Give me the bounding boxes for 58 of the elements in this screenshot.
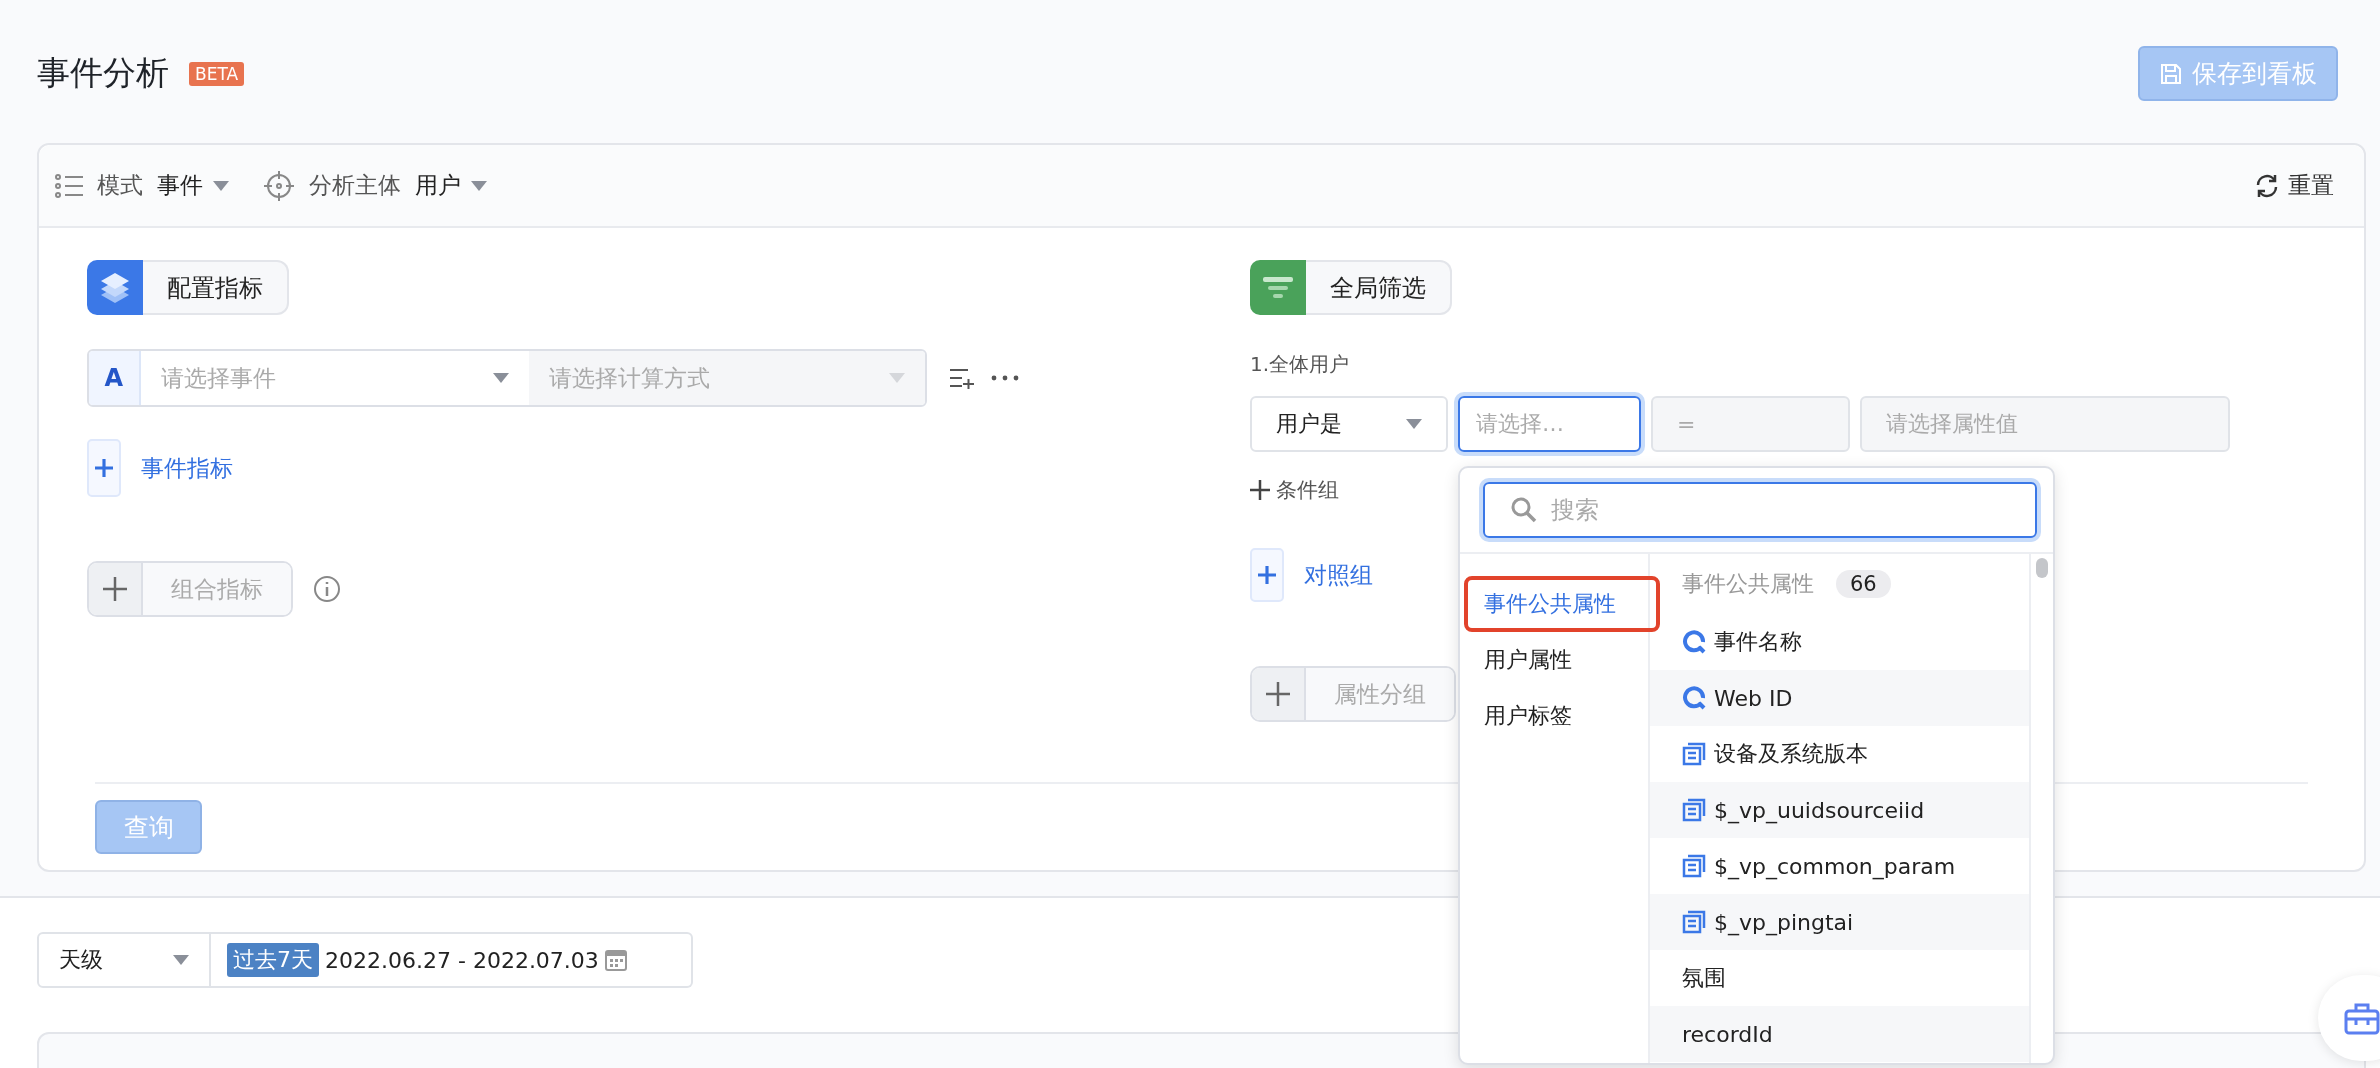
granularity-select[interactable]: 天级 xyxy=(37,932,211,988)
caret-icon xyxy=(492,373,509,383)
section-title: 配置指标 xyxy=(143,260,289,315)
property-item[interactable]: Web ID xyxy=(1650,670,2029,726)
info-icon[interactable] xyxy=(313,575,341,603)
layers-icon xyxy=(87,260,143,315)
document-icon xyxy=(1682,910,1706,934)
caret-icon xyxy=(173,955,189,965)
mode-select[interactable]: 事件 xyxy=(157,170,229,201)
property-item[interactable]: $_vp_pingtai xyxy=(1650,894,2029,950)
add-button[interactable] xyxy=(87,439,121,497)
list-header: 事件公共属性 xyxy=(1682,570,1814,598)
filter-icon xyxy=(1250,260,1306,315)
count-badge: 66 xyxy=(1836,570,1891,598)
add-button[interactable] xyxy=(1250,548,1284,602)
calendar-icon xyxy=(604,949,627,971)
subject-label: 分析主体 xyxy=(309,171,401,200)
beta-badge: BETA xyxy=(189,61,245,86)
date-preset-tag: 过去7天 xyxy=(227,943,319,977)
date-range-field[interactable]: 过去7天 2022.06.27 - 2022.07.03 xyxy=(211,932,693,988)
search-icon xyxy=(1511,497,1537,523)
add-condition-link[interactable]: 条件组 xyxy=(1250,476,1339,504)
save-icon xyxy=(2159,62,2182,85)
more-icon[interactable] xyxy=(991,375,1019,381)
plus-icon xyxy=(1250,480,1270,500)
group-title: 1.全体用户 xyxy=(1250,351,1350,378)
refresh-icon xyxy=(2254,172,2280,199)
property-item[interactable]: $_vp_uuidsourceiid xyxy=(1650,782,2029,838)
category-item[interactable]: 事件公共属性 xyxy=(1464,576,1660,632)
document-icon xyxy=(1682,798,1706,822)
reset-button[interactable]: 重置 xyxy=(2248,169,2340,202)
add-metric-link[interactable]: 事件指标 xyxy=(141,452,233,484)
loop-icon xyxy=(1682,686,1706,710)
plus-icon xyxy=(95,459,113,477)
subject-select[interactable]: 用户 xyxy=(415,170,487,201)
crosshair-icon xyxy=(263,169,295,202)
subject-select[interactable]: 用户是 xyxy=(1250,396,1448,452)
add-filter-icon[interactable] xyxy=(949,367,975,389)
caret-icon xyxy=(1406,419,1422,429)
property-item[interactable]: recordId xyxy=(1650,1006,2029,1062)
date-range: 2022.06.27 - 2022.07.03 xyxy=(325,947,599,973)
loop-icon xyxy=(1682,630,1706,654)
add-compare-link[interactable]: 对照组 xyxy=(1304,559,1373,591)
page-title: 事件分析 xyxy=(37,52,169,94)
section-title: 全局筛选 xyxy=(1306,260,1452,315)
caret-icon xyxy=(213,180,229,191)
plus-icon xyxy=(1258,566,1276,584)
plus-icon xyxy=(1266,682,1290,706)
caret-icon xyxy=(889,373,905,383)
document-icon xyxy=(1682,854,1706,878)
mode-label: 模式 xyxy=(97,171,143,200)
caret-icon xyxy=(471,180,487,191)
toolbox-icon xyxy=(2344,1001,2380,1035)
document-icon xyxy=(1682,742,1706,766)
list-icon xyxy=(55,173,83,198)
metric-letter: A xyxy=(89,351,141,405)
scrollbar-thumb[interactable] xyxy=(2036,558,2048,578)
plus-icon xyxy=(103,577,127,601)
